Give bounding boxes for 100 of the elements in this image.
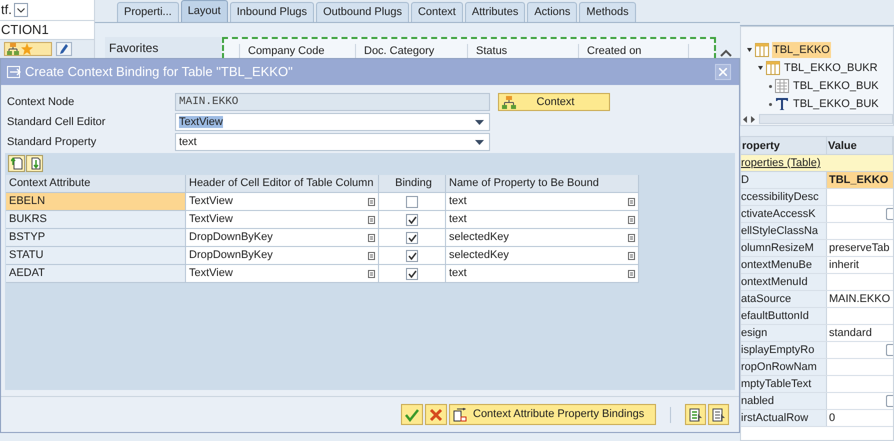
property-value: preserveTab bbox=[829, 240, 890, 256]
checkbox[interactable] bbox=[406, 268, 418, 280]
toolbar-button[interactable] bbox=[708, 404, 729, 425]
star-icon bbox=[21, 43, 33, 55]
input-field[interactable]: text bbox=[446, 265, 639, 283]
input-field[interactable]: DropDownByKey bbox=[186, 247, 379, 265]
dropdown-field[interactable]: TextView bbox=[175, 113, 490, 131]
table-icon bbox=[766, 61, 780, 75]
property-name: mptyTableText bbox=[741, 376, 827, 392]
list-cursor-icon bbox=[712, 408, 726, 422]
tab[interactable]: Inbound Plugs bbox=[230, 2, 314, 22]
field-label: Context Node bbox=[7, 94, 76, 110]
property-value: standard bbox=[829, 326, 872, 341]
tab[interactable]: Context bbox=[410, 2, 463, 22]
property-name: esign bbox=[741, 325, 827, 341]
property-value: MAIN.EKKO bbox=[829, 292, 890, 307]
caret-icon bbox=[475, 120, 484, 124]
property-name: D bbox=[741, 172, 827, 188]
checkbox[interactable] bbox=[886, 208, 893, 220]
scroll-right-icon bbox=[751, 116, 755, 122]
input-field[interactable]: DropDownByKey bbox=[186, 229, 379, 247]
property-value: inherit bbox=[829, 258, 859, 273]
toolbar-button[interactable] bbox=[56, 42, 72, 56]
input-field[interactable]: text bbox=[446, 193, 639, 211]
checkbox[interactable] bbox=[406, 250, 418, 262]
check-icon bbox=[408, 234, 416, 242]
table-cell[interactable]: EBELN bbox=[6, 193, 186, 211]
toolbar-button[interactable] bbox=[8, 155, 25, 172]
cancel-button[interactable] bbox=[425, 404, 447, 425]
checkbox[interactable] bbox=[886, 395, 893, 407]
check-icon bbox=[408, 252, 416, 260]
input-field[interactable]: TextView bbox=[186, 211, 379, 229]
ok-button[interactable] bbox=[401, 404, 423, 425]
property-value: 0 bbox=[829, 410, 836, 426]
input-field[interactable]: CTION1 bbox=[0, 20, 94, 40]
input-field[interactable]: selectedKey bbox=[446, 247, 639, 265]
check-icon bbox=[408, 270, 416, 278]
text-icon bbox=[775, 97, 789, 111]
tab[interactable]: Methods bbox=[579, 2, 636, 22]
checkbox[interactable] bbox=[406, 196, 418, 208]
property-name: ellStyleClassNa bbox=[741, 223, 827, 239]
tree-item[interactable]: TBL_EKKO_BUK bbox=[792, 78, 880, 94]
tree-item[interactable]: TBL_EKKO_BUK bbox=[792, 96, 880, 112]
tree-icon bbox=[7, 43, 19, 55]
value-help-icon bbox=[368, 270, 375, 278]
value-help-icon bbox=[368, 252, 375, 260]
bindings-button[interactable]: Context Attribute Property Bindings bbox=[449, 404, 656, 425]
dropdown-button[interactable] bbox=[14, 3, 28, 17]
table-cell[interactable]: BUKRS bbox=[6, 211, 186, 229]
input-field[interactable]: TextView bbox=[186, 265, 379, 283]
tree-item[interactable]: TBL_EKKO_BUKR bbox=[783, 60, 879, 76]
check-icon bbox=[408, 216, 416, 224]
table-cell[interactable]: STATU bbox=[6, 247, 186, 265]
tree-item[interactable]: TBL_EKKO bbox=[772, 42, 831, 58]
value-help-icon bbox=[628, 270, 635, 278]
table-cell[interactable]: AEDAT bbox=[6, 265, 186, 283]
value-help-icon bbox=[628, 234, 635, 242]
page-arrow-down-icon bbox=[28, 157, 40, 170]
input-field[interactable]: text bbox=[446, 211, 639, 229]
bullet-icon bbox=[769, 102, 772, 106]
tab[interactable]: Attributes bbox=[464, 2, 526, 22]
context-button[interactable]: Context bbox=[498, 93, 610, 111]
column-icon bbox=[775, 79, 789, 93]
dropdown-value: tf. bbox=[1, 1, 12, 20]
checkbox[interactable] bbox=[406, 232, 418, 244]
expand-arrow-icon bbox=[747, 48, 752, 52]
scrollbar-thumb[interactable] bbox=[759, 114, 893, 124]
tab[interactable]: Properti... bbox=[117, 2, 179, 22]
scroll-left-icon bbox=[743, 116, 747, 122]
input-field[interactable]: selectedKey bbox=[446, 229, 639, 247]
value-help-icon bbox=[368, 198, 375, 206]
property-name: ataSource bbox=[741, 291, 827, 307]
checkbox[interactable] bbox=[406, 214, 418, 226]
property-name: ropOnRowNam bbox=[741, 359, 827, 375]
expand-arrow-icon bbox=[758, 66, 763, 70]
column-header: Header of Cell Editor of Table Column bbox=[186, 175, 379, 193]
document-arrow-icon bbox=[453, 408, 467, 422]
favorites-label: Favorites bbox=[109, 41, 158, 55]
caret-icon bbox=[475, 140, 484, 144]
checkbox[interactable] bbox=[886, 344, 893, 356]
dropdown-field[interactable]: text bbox=[175, 133, 490, 151]
column-header: roperty bbox=[741, 137, 827, 154]
toolbar-button[interactable] bbox=[685, 404, 706, 425]
input-field[interactable]: MAIN.EKKO bbox=[175, 93, 490, 111]
window-icon bbox=[7, 66, 21, 78]
page-arrow-up-icon bbox=[10, 157, 22, 170]
tab[interactable]: Actions bbox=[527, 2, 578, 22]
property-value: TBL_EKKO bbox=[829, 172, 888, 188]
value-help-icon bbox=[628, 216, 635, 224]
pencil-icon bbox=[60, 44, 68, 54]
check-icon bbox=[405, 408, 419, 422]
input-field[interactable]: TextView bbox=[186, 193, 379, 211]
tab[interactable]: Outbound Plugs bbox=[316, 2, 409, 22]
column-header: Binding bbox=[379, 175, 446, 193]
caret-icon bbox=[16, 8, 25, 12]
tab[interactable]: Layout bbox=[180, 0, 228, 22]
table-cell[interactable]: BSTYP bbox=[6, 229, 186, 247]
property-name: olumnResizeM bbox=[741, 240, 827, 256]
toolbar-button[interactable] bbox=[26, 155, 43, 172]
property-name: efaultButtonId bbox=[741, 308, 827, 324]
